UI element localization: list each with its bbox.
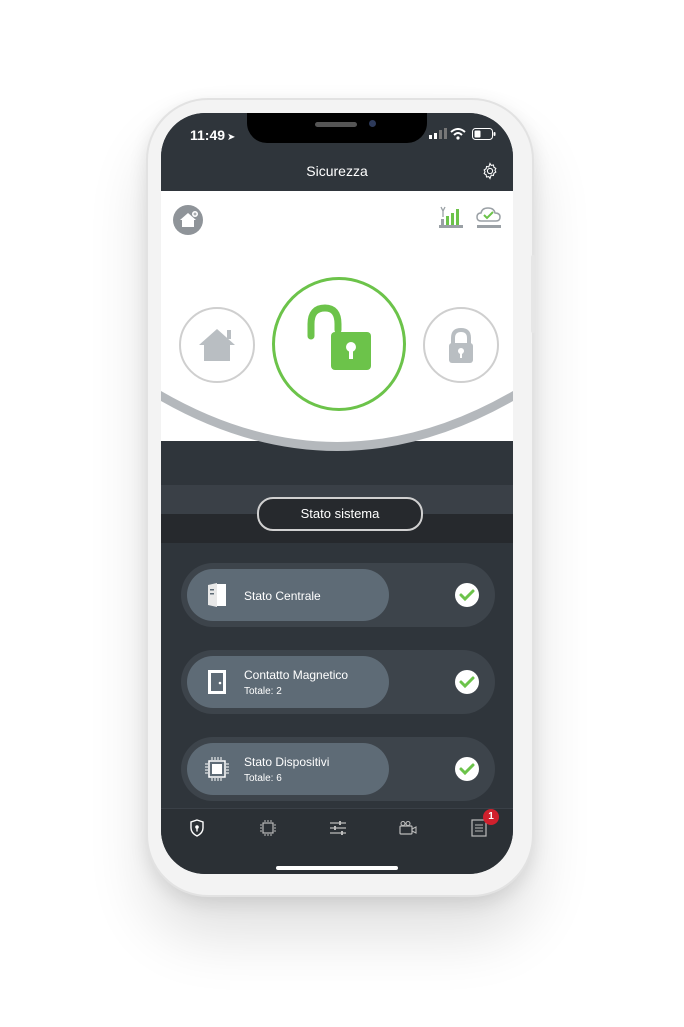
check-icon (455, 670, 479, 694)
home-icon (199, 329, 235, 361)
locked-padlock-icon (449, 327, 473, 363)
phone-screen: 11:49 ➤ Sicurezza Stato sistema Stato Ce… (161, 113, 513, 874)
status-card-title: Stato Centrale (244, 589, 321, 603)
check-icon (455, 757, 479, 781)
chip-icon (205, 757, 229, 781)
status-card-subtitle: Totale: 6 (244, 773, 282, 784)
status-card-pill: Stato Centrale (187, 569, 389, 621)
cloud-check-icon (476, 207, 501, 228)
system-status-button[interactable]: Stato sistema (257, 497, 423, 531)
control-panel-icon (208, 583, 226, 607)
sliders-icon[interactable] (327, 817, 349, 839)
status-card-devices[interactable]: Stato Dispositivi Totale: 6 (181, 737, 495, 801)
status-card-pill: Contatto Magnetico Totale: 2 (187, 656, 389, 708)
home-mode-button[interactable] (179, 307, 255, 383)
status-time: 11:49 ➤ (190, 127, 236, 143)
location-arrow-icon: ➤ (227, 132, 236, 143)
status-card-title: Stato Dispositivi (244, 755, 330, 769)
disarm-mode-button[interactable] (272, 277, 406, 411)
battery-icon (472, 128, 496, 140)
app-header: Sicurezza (161, 149, 513, 191)
front-camera (369, 120, 376, 127)
status-card-subtitle: Totale: 2 (244, 686, 282, 697)
gear-icon[interactable] (481, 162, 499, 180)
status-card-pill: Stato Dispositivi Totale: 6 (187, 743, 389, 795)
signal-strength-icon (439, 206, 463, 228)
door-icon (208, 670, 226, 694)
page-title: Sicurezza (306, 163, 368, 179)
status-card-central[interactable]: Stato Centrale (181, 563, 495, 627)
notch (247, 113, 427, 143)
shield-icon[interactable] (186, 817, 208, 839)
speaker-grille (315, 122, 357, 127)
chip-icon[interactable] (257, 817, 279, 839)
status-card-magnetic-contact[interactable]: Contatto Magnetico Totale: 2 (181, 650, 495, 714)
home-icon (180, 211, 198, 227)
status-card-title: Contatto Magnetico (244, 668, 349, 682)
arm-mode-button[interactable] (423, 307, 499, 383)
notification-badge: 1 (483, 809, 499, 825)
side-button (531, 255, 535, 333)
check-icon (455, 583, 479, 607)
home-badge-icon[interactable] (173, 205, 203, 235)
home-indicator (276, 866, 398, 870)
wifi-icon (450, 128, 466, 140)
unlocked-padlock-icon (307, 304, 371, 370)
tab-bar: 1 (161, 808, 513, 874)
cellular-signal-icon (429, 128, 447, 139)
camera-icon[interactable] (397, 817, 419, 839)
